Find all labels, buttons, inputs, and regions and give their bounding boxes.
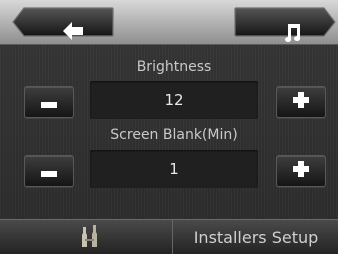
top-nav-bar: [0, 0, 338, 45]
screen-blank-value: 1: [90, 150, 258, 188]
minus-icon: [41, 93, 57, 112]
brightness-decrease-button[interactable]: [24, 86, 74, 118]
minus-icon: [41, 162, 57, 181]
settings-screen: Brightness 12 Screen Blank(Min) 1 Instal…: [0, 0, 338, 254]
screen-blank-increase-button[interactable]: [276, 155, 326, 187]
plus-icon: [293, 161, 309, 181]
music-button[interactable]: [234, 7, 336, 42]
brightness-increase-button[interactable]: [276, 86, 326, 118]
tools-tab[interactable]: [8, 220, 173, 254]
plus-icon: [293, 92, 309, 112]
brightness-label: Brightness: [136, 59, 212, 75]
installers-setup-tab[interactable]: Installers Setup: [174, 220, 338, 254]
bottom-tab-bar: Installers Setup: [0, 219, 338, 254]
screen-blank-decrease-button[interactable]: [24, 155, 74, 187]
brightness-value: 12: [90, 81, 258, 119]
screen-blank-label: Screen Blank(Min): [110, 127, 238, 143]
tools-icon: [77, 223, 103, 253]
back-button[interactable]: [12, 7, 114, 40]
